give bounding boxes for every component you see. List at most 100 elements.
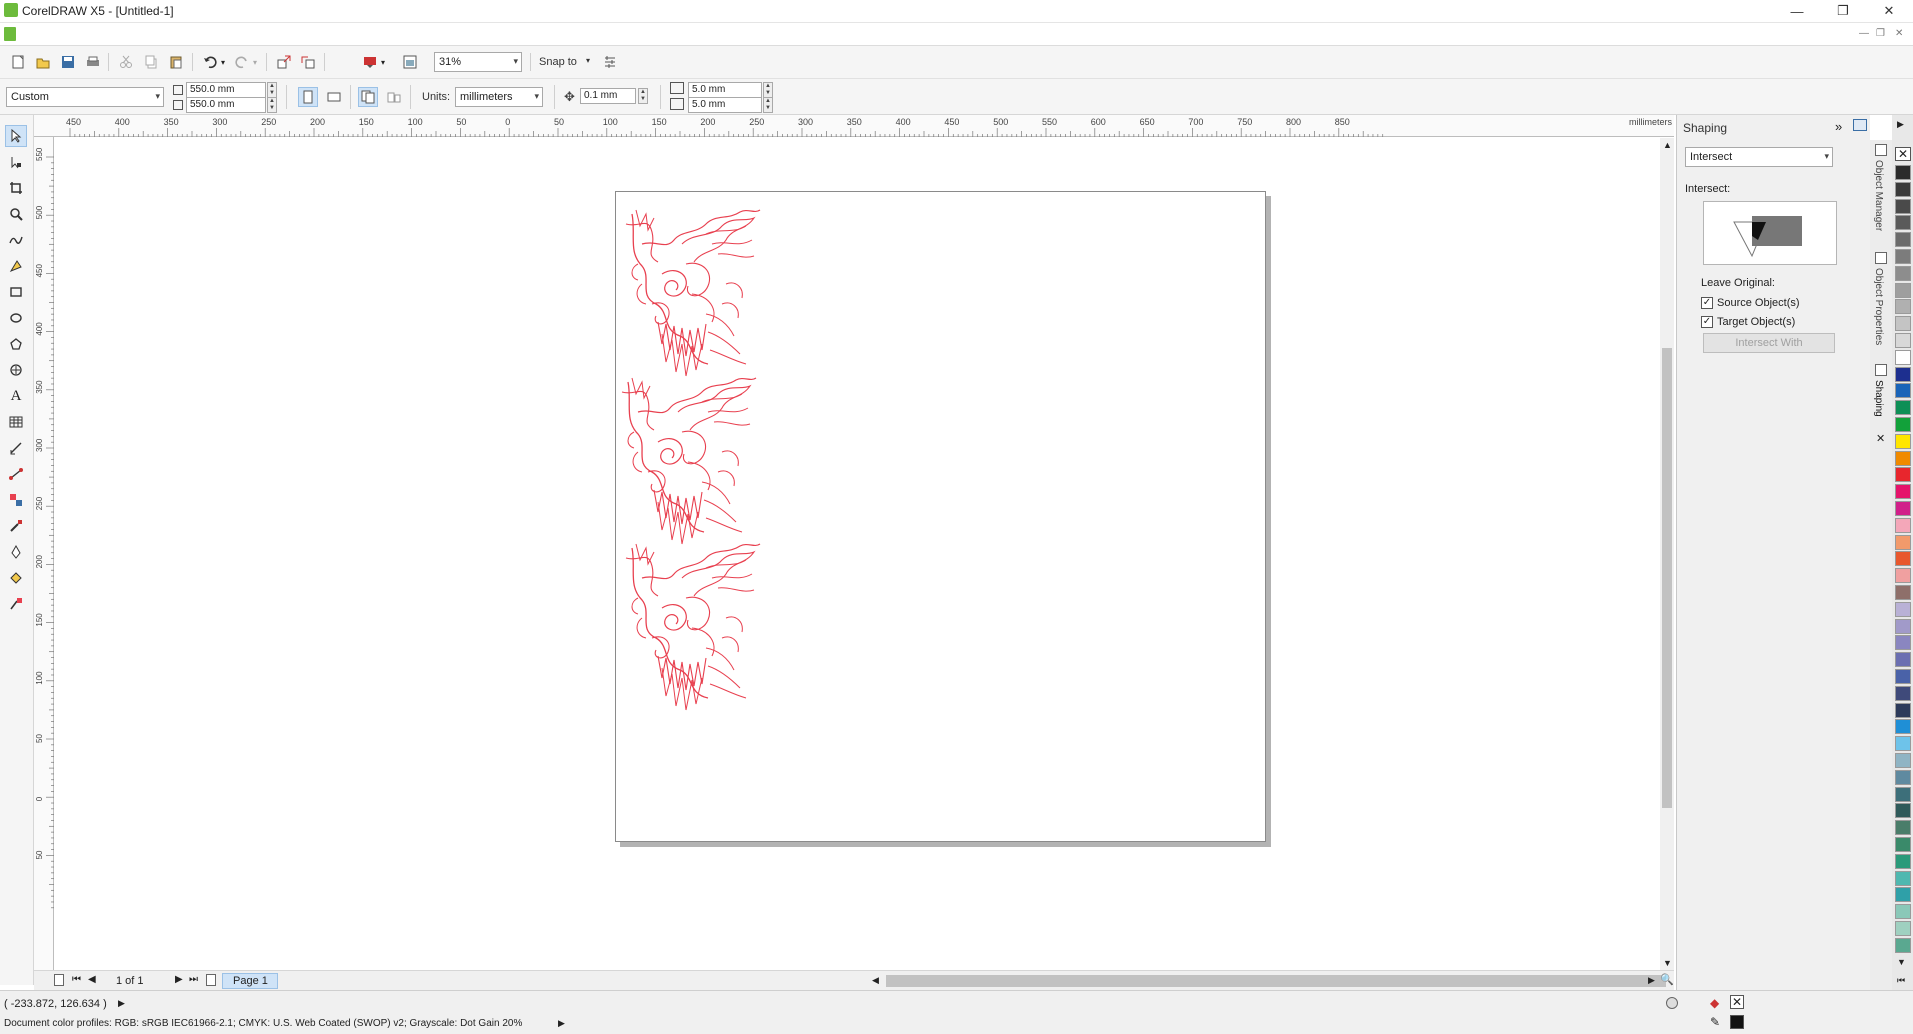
cut-icon[interactable] [116, 52, 136, 72]
page-height-spinner[interactable]: ▲ ▼ [267, 97, 277, 113]
palette-swatch[interactable] [1895, 534, 1911, 550]
vertical-scrollbar[interactable]: ▲ ▼ [1660, 138, 1674, 970]
current-page-button[interactable] [384, 87, 404, 107]
import-icon[interactable] [274, 52, 294, 72]
freehand-tool-icon[interactable] [5, 229, 27, 251]
palette-swatch[interactable] [1895, 753, 1911, 768]
object-properties-tab-icon[interactable] [1875, 252, 1887, 264]
smart-fill-tool-icon[interactable] [5, 255, 27, 277]
export-icon[interactable] [298, 52, 318, 72]
table-tool-icon[interactable] [5, 411, 27, 433]
landscape-button[interactable] [324, 87, 344, 107]
fill-none-swatch[interactable]: ✕ [1730, 995, 1744, 1009]
target-objects-label[interactable]: Target Object(s) [1717, 316, 1795, 328]
duplicate-y-field[interactable]: 5.0 mm [688, 97, 762, 113]
palette-swatch[interactable] [1895, 904, 1911, 920]
add-page-before-icon[interactable] [54, 974, 64, 986]
scroll-down-icon[interactable]: ▼ [1663, 958, 1672, 968]
horizontal-scroll-thumb[interactable] [886, 975, 1666, 987]
duplicate-y-spinner[interactable]: ▲ ▼ [763, 97, 773, 113]
outline-pen-tool-icon[interactable] [5, 541, 27, 563]
intersect-with-button[interactable]: Intersect With [1703, 333, 1835, 353]
horizontal-ruler[interactable]: 450 400 350 300 250 200 150 100 50 0 50 100 150 200 25… [34, 115, 1674, 137]
duplicate-x-field[interactable]: 5.0 mm [688, 82, 762, 98]
palette-swatch[interactable] [1895, 450, 1911, 466]
add-page-after-icon[interactable] [206, 974, 216, 986]
scroll-left-icon[interactable]: ◀ [872, 975, 879, 986]
rectangle-tool-icon[interactable] [5, 281, 27, 303]
color-proof-icon[interactable] [1666, 997, 1678, 1009]
close-button[interactable]: ✕ [1866, 0, 1912, 22]
palette-swatch[interactable] [1895, 702, 1911, 718]
palette-swatch[interactable] [1895, 433, 1911, 449]
mdi-restore-button[interactable]: ❐ [1876, 28, 1885, 39]
page-tab-page-1[interactable]: Page 1 [222, 973, 278, 989]
mdi-close-button[interactable]: ✕ [1895, 28, 1903, 39]
portrait-button[interactable] [298, 87, 318, 107]
palette-swatch[interactable] [1895, 837, 1911, 852]
page-height-field[interactable]: 550.0 mm [186, 97, 266, 113]
palette-swatch[interactable] [1895, 585, 1911, 600]
polygon-tool-icon[interactable] [5, 333, 27, 355]
scroll-up-icon[interactable]: ▲ [1663, 140, 1672, 150]
palette-swatch[interactable] [1895, 484, 1911, 500]
next-page-icon[interactable]: ▶ [175, 974, 183, 985]
tab-object-properties[interactable]: Object Properties [1873, 268, 1884, 345]
mdi-minimize-button[interactable]: — [1859, 28, 1869, 39]
scroll-right-icon[interactable]: ▶ [1648, 975, 1655, 986]
palette-swatch[interactable] [1895, 652, 1911, 668]
palette-end-icon[interactable]: ⏮ [1897, 975, 1905, 986]
crop-tool-icon[interactable] [5, 177, 27, 199]
nudge-distance-field[interactable]: 0.1 mm [580, 88, 636, 104]
palette-swatch[interactable] [1895, 333, 1911, 348]
connector-tool-icon[interactable] [5, 463, 27, 485]
palette-swatch[interactable] [1895, 249, 1911, 264]
shape-tool-icon[interactable] [5, 151, 27, 173]
page-preset-combo[interactable]: Custom ▾ [6, 87, 164, 107]
color-profiles-text[interactable]: Document color profiles: RGB: sRGB IEC61… [4, 1018, 522, 1029]
copy-icon[interactable] [141, 52, 161, 72]
first-page-icon[interactable]: ⏮ [72, 974, 81, 985]
coordinates-expand-icon[interactable]: ▶ [118, 998, 125, 1009]
palette-swatch[interactable] [1895, 366, 1911, 382]
snap-to-label[interactable]: Snap to [539, 56, 577, 68]
snap-to-dropdown-icon[interactable]: ▾ [586, 56, 590, 65]
redo-dropdown-icon[interactable]: ▾ [250, 52, 260, 72]
close-docker-icon[interactable]: ✕ [1876, 432, 1885, 445]
palette-swatch[interactable] [1895, 820, 1911, 836]
application-launcher-icon[interactable] [360, 52, 380, 72]
paste-icon[interactable] [166, 52, 186, 72]
last-page-icon[interactable]: ⏭ [189, 974, 198, 985]
minimize-button[interactable]: — [1774, 0, 1820, 22]
palette-swatch[interactable] [1895, 887, 1911, 903]
page-width-spinner[interactable]: ▲ ▼ [267, 82, 277, 98]
undo-dropdown-icon[interactable]: ▾ [218, 52, 228, 72]
vertical-ruler[interactable]: 550 500 450 400 350 300 250 200 150 100 50 0 50 [34, 137, 54, 970]
open-icon[interactable] [33, 52, 53, 72]
palette-swatch[interactable] [1895, 769, 1911, 785]
page-width-field[interactable]: 550.0 mm [186, 82, 266, 98]
target-objects-checkbox[interactable]: ✓ [1701, 316, 1713, 328]
shaping-mode-combo[interactable]: Intersect ▾ [1685, 147, 1833, 167]
zoom-navigator-icon[interactable]: 🔍 [1660, 973, 1674, 986]
palette-swatch[interactable] [1895, 215, 1911, 231]
tab-object-manager[interactable]: Object Manager [1873, 160, 1884, 231]
shaping-tab-icon[interactable] [1875, 364, 1887, 376]
launcher-dropdown-icon[interactable]: ▾ [378, 52, 388, 72]
palette-swatch[interactable] [1895, 417, 1911, 432]
basic-shapes-tool-icon[interactable] [5, 359, 27, 381]
color-eyedropper-tool-icon[interactable] [5, 515, 27, 537]
zoom-level-combo[interactable]: 31% ▾ [434, 52, 522, 72]
palette-swatch[interactable] [1895, 400, 1911, 416]
new-document-icon[interactable] [8, 52, 28, 72]
fill-tool-icon[interactable] [5, 567, 27, 589]
document-page[interactable] [615, 191, 1266, 842]
palette-swatch[interactable] [1895, 232, 1911, 248]
print-icon[interactable] [83, 52, 103, 72]
palette-swatch[interactable] [1895, 299, 1911, 315]
drawing-canvas[interactable] [55, 138, 1666, 970]
palette-swatch[interactable] [1895, 937, 1911, 953]
palette-swatch[interactable] [1895, 601, 1911, 617]
tab-shaping[interactable]: Shaping [1873, 380, 1884, 417]
zoom-tool-icon[interactable] [5, 203, 27, 225]
